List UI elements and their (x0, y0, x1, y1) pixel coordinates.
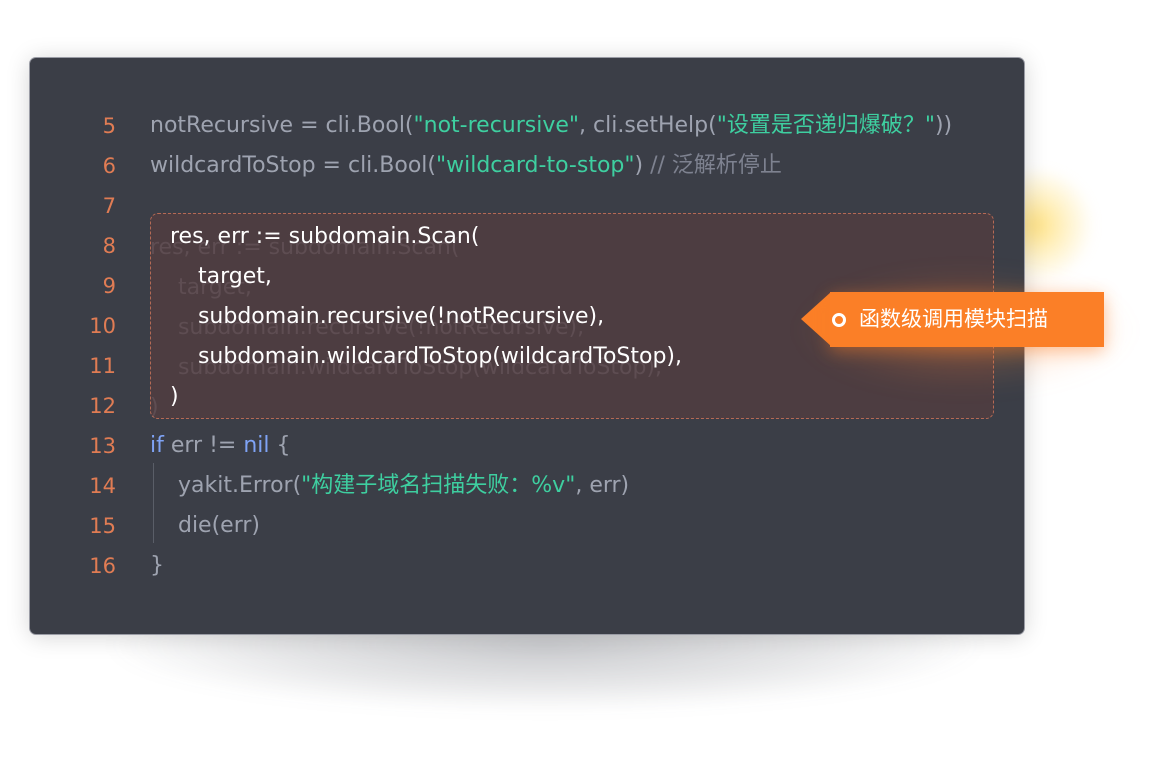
line-number: 5 (102, 114, 116, 138)
code-line: 5 notRecursive = cli.Bool("not-recursive"… (30, 106, 1024, 146)
line-number: 12 (89, 394, 116, 418)
line-number: 8 (102, 234, 116, 258)
code-text: if err != nil { (150, 426, 291, 466)
highlighted-code-line: target, (170, 264, 272, 289)
line-number: 16 (89, 554, 116, 578)
highlighted-code-line: subdomain.wildcardToStop(wildcardToStop)… (170, 344, 683, 369)
code-token: notRecursive = cli.Bool( (150, 113, 414, 138)
code-line: 14 yakit.Error("构建子域名扫描失败：%v", err) (30, 466, 1024, 506)
highlighted-code-line: subdomain.recursive(!notRecursive), (170, 304, 605, 329)
callout-arrow (801, 292, 831, 346)
code-token: } (150, 553, 164, 578)
code-line: 6 wildcardToStop = cli.Bool("wildcard-to-… (30, 146, 1024, 186)
line-number: 13 (89, 434, 116, 458)
code-token: // 泛解析停止 (650, 153, 782, 178)
code-line: 13 if err != nil { (30, 426, 1024, 466)
code-token: , cli.setHelp( (579, 113, 717, 138)
code-text: yakit.Error("构建子域名扫描失败：%v", err) (150, 466, 629, 506)
code-token: { (269, 433, 291, 458)
code-token: wildcardToStop = cli.Bool( (150, 153, 436, 178)
code-token: ) (634, 153, 651, 178)
line-number: 7 (102, 194, 116, 218)
code-token: err != (163, 433, 244, 458)
callout-dot-icon (832, 313, 846, 327)
code-token: if (150, 433, 164, 458)
line-number: 14 (89, 474, 116, 498)
code-token: , err) (575, 473, 630, 498)
line-number: 10 (89, 314, 116, 338)
indent-guide (153, 463, 154, 543)
code-token: "设置是否递归爆破？" (716, 113, 935, 138)
code-text: die(err) (150, 506, 260, 546)
code-token: "not-recursive" (413, 113, 580, 138)
callout-label: 函数级调用模块扫描 (859, 307, 1048, 331)
code-token: die(err) (150, 513, 260, 538)
code-token: "wildcard-to-stop" (436, 153, 635, 178)
code-token: "构建子域名扫描失败：%v" (301, 473, 576, 498)
code-token: nil (243, 433, 270, 458)
code-token: yakit.Error( (150, 473, 302, 498)
line-number: 9 (102, 274, 116, 298)
line-number: 15 (89, 514, 116, 538)
code-text: notRecursive = cli.Bool("not-recursive",… (150, 106, 952, 146)
code-line: 16} (30, 546, 1024, 586)
line-number: 6 (102, 154, 116, 178)
code-text: wildcardToStop = cli.Bool("wildcard-to-s… (150, 146, 782, 186)
highlighted-code-line: res, err := subdomain.Scan( (170, 224, 480, 249)
highlighted-code-line: ) (170, 384, 179, 409)
code-token: )) (934, 113, 953, 138)
code-line: 15 die(err) (30, 506, 1024, 546)
code-text: } (150, 546, 164, 586)
line-number: 11 (89, 354, 116, 378)
